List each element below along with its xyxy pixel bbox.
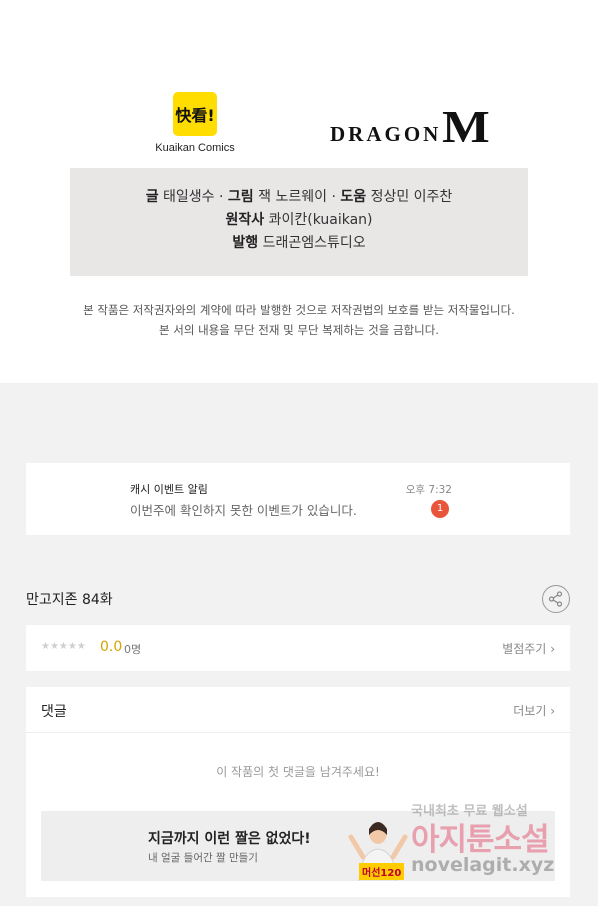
credit-value-original: 콰이칸(kuaikan) bbox=[268, 212, 373, 228]
comments-card: 댓글 더보기 › 이 작품의 첫 댓글을 남겨주세요! 지금까지 이런 짤은 없… bbox=[26, 687, 570, 897]
credit-value-assist: 정상민 이주찬 bbox=[370, 189, 453, 205]
credit-line-staff: 글 태일생수 · 그림 잭 노르웨이 · 도움 정상민 이주찬 bbox=[70, 186, 528, 209]
dragon-logo-text: DRAGON bbox=[330, 122, 442, 146]
credit-label-assist: 도움 bbox=[340, 189, 367, 205]
credit-value-publisher: 드래곤엠스튜디오 bbox=[262, 235, 366, 251]
rating-card: ★★★★★ 0.0 0명 별점주기 › bbox=[26, 625, 570, 671]
credit-separator: · bbox=[331, 189, 336, 205]
notice-time: 오후 7:32 bbox=[405, 484, 452, 496]
credit-label-artist: 그림 bbox=[227, 189, 254, 205]
credit-value-writer: 태일생수 bbox=[163, 189, 215, 205]
share-button[interactable] bbox=[542, 585, 570, 613]
kuaikan-logo-mark: 快看! bbox=[173, 92, 217, 136]
comments-empty-message: 이 작품의 첫 댓글을 남겨주세요! bbox=[216, 765, 380, 779]
notice-title: 캐시 이벤트 알림 bbox=[130, 483, 208, 496]
notice-count-badge: 1 bbox=[431, 500, 449, 518]
comments-more-button[interactable]: 더보기 › bbox=[513, 702, 555, 719]
copyright-line: 본 작품은 저작권자와의 계약에 따라 발행한 것으로 저작권법의 보호를 받는… bbox=[83, 303, 515, 317]
copyright-notice: 본 작품은 저작권자와의 계약에 따라 발행한 것으로 저작권법의 보호를 받는… bbox=[0, 300, 598, 340]
ad-subtitle: 내 얼굴 들어간 짤 만들기 bbox=[148, 852, 258, 864]
chevron-right-icon: › bbox=[550, 642, 555, 656]
credit-separator: · bbox=[219, 189, 224, 205]
credit-value-artist: 잭 노르웨이 bbox=[258, 189, 327, 205]
ad-tag: 머선120 bbox=[359, 863, 405, 880]
credits-section: 快看! Kuaikan Comics DRAGON M 글 태일생수 · 그림 … bbox=[0, 0, 598, 383]
comments-header: 댓글 더보기 › bbox=[26, 687, 570, 733]
copyright-line: 본 서의 내용을 무단 전재 및 무단 복제하는 것을 금합니다. bbox=[159, 323, 439, 337]
rating-score: 0.0 bbox=[100, 639, 123, 655]
credit-line-original: 원작사 콰이칸(kuaikan) bbox=[70, 209, 528, 232]
rating-count: 0명 bbox=[124, 643, 142, 656]
credit-label-writer: 글 bbox=[145, 189, 159, 205]
ad-banner[interactable]: 지금까지 이런 짤은 없었다! 내 얼굴 들어간 짤 만들기 머선120 bbox=[41, 811, 555, 881]
credit-label-original: 원작사 bbox=[225, 212, 265, 228]
rate-button[interactable]: 별점주기 › bbox=[502, 640, 555, 657]
credit-label-publisher: 발행 bbox=[232, 235, 259, 251]
rate-label: 별점주기 bbox=[502, 642, 547, 656]
dragon-m-logo: DRAGON M bbox=[330, 100, 490, 150]
credit-line-publisher: 발행 드래곤엠스튜디오 bbox=[70, 232, 528, 255]
kuaikan-logo: 快看! Kuaikan Comics bbox=[146, 92, 244, 154]
dragon-logo-m: M bbox=[442, 101, 491, 152]
ad-title: 지금까지 이런 짤은 없었다! bbox=[148, 831, 311, 847]
chevron-right-icon: › bbox=[550, 704, 555, 718]
more-label: 더보기 bbox=[513, 704, 547, 718]
comments-title: 댓글 bbox=[41, 704, 67, 720]
episode-title: 만고지존 84화 bbox=[26, 592, 113, 608]
event-notice-card[interactable]: 캐시 이벤트 알림 이번주에 확인하지 못한 이벤트가 있습니다. 오후 7:3… bbox=[26, 463, 570, 535]
share-icon bbox=[548, 591, 563, 607]
rating-stars: ★★★★★ bbox=[41, 641, 86, 652]
credit-box: 글 태일생수 · 그림 잭 노르웨이 · 도움 정상민 이주찬 원작사 콰이칸(… bbox=[70, 168, 528, 276]
notice-message: 이번주에 확인하지 못한 이벤트가 있습니다. bbox=[130, 503, 357, 518]
kuaikan-logo-name: Kuaikan Comics bbox=[155, 142, 235, 154]
